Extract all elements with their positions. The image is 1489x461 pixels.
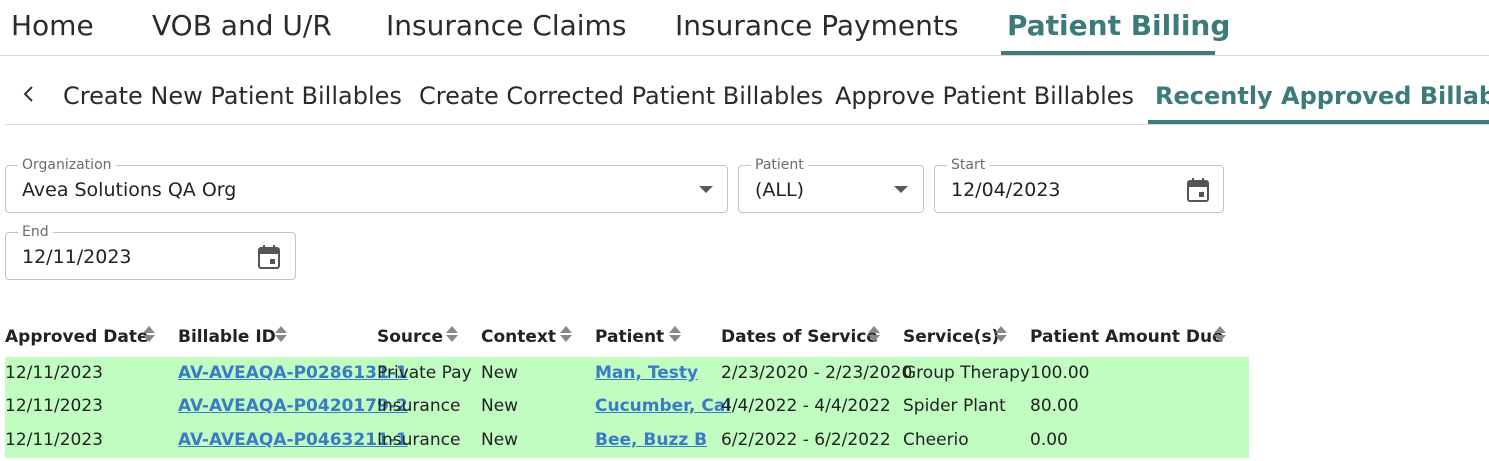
column-header-approved-date[interactable]: Approved Date xyxy=(5,326,149,348)
cell-context: New xyxy=(481,430,519,450)
subtab-approve-patient-billables[interactable]: Approve Patient Billables xyxy=(835,80,1134,112)
tab-vob-ur[interactable]: VOB and U/R xyxy=(152,8,332,44)
cell-billable-id-link[interactable]: AV-AVEAQA-P0420179-2 xyxy=(178,395,408,417)
cell-services: Group Therapy xyxy=(903,363,1031,383)
table-row: 12/11/2023 AV-AVEAQA-P0286131-1 Private … xyxy=(5,357,1249,390)
calendar-icon[interactable] xyxy=(257,244,281,270)
organization-select[interactable]: Organization Avea Solutions QA Org xyxy=(5,157,728,213)
active-subtab-indicator xyxy=(1148,120,1489,124)
cell-patient-link[interactable]: Man, Testy xyxy=(595,362,698,384)
end-label: End xyxy=(18,224,53,240)
cell-dates-of-service: 6/2/2022 - 6/2/2022 xyxy=(721,430,891,450)
patient-select[interactable]: Patient (ALL) xyxy=(738,157,924,213)
column-header-services[interactable]: Service(s) xyxy=(903,326,999,348)
tab-patient-billing[interactable]: Patient Billing xyxy=(1007,8,1230,44)
top-nav: Home VOB and U/R Insurance Claims Insura… xyxy=(0,0,1489,56)
sort-icon[interactable] xyxy=(668,325,682,343)
sort-icon[interactable] xyxy=(274,325,288,343)
column-header-source[interactable]: Source xyxy=(377,326,443,348)
cell-billable-id-link[interactable]: AV-AVEAQA-P0463211-1 xyxy=(178,429,408,451)
cell-dates-of-service: 4/4/2022 - 4/4/2022 xyxy=(721,396,891,416)
cell-approved-date: 12/11/2023 xyxy=(5,363,103,383)
end-date-field[interactable]: End 12/11/2023 xyxy=(5,224,296,280)
start-value: 12/04/2023 xyxy=(951,179,1061,201)
cell-patient-amount-due: 100.00 xyxy=(1030,363,1090,383)
organization-label: Organization xyxy=(18,157,116,173)
start-date-field[interactable]: Start 12/04/2023 xyxy=(934,157,1224,213)
column-header-context[interactable]: Context xyxy=(481,326,556,348)
cell-patient-link[interactable]: Cucumber, Cal xyxy=(595,395,731,417)
cell-approved-date: 12/11/2023 xyxy=(5,430,103,450)
cell-source: Insurance xyxy=(377,396,461,416)
cell-services: Spider Plant xyxy=(903,396,1006,416)
cell-patient-amount-due: 80.00 xyxy=(1030,396,1079,416)
cell-services: Cheerio xyxy=(903,430,969,450)
cell-context: New xyxy=(481,363,519,383)
subtab-create-new-patient-billables[interactable]: Create New Patient Billables xyxy=(63,80,402,112)
cell-context: New xyxy=(481,396,519,416)
tab-home[interactable]: Home xyxy=(11,8,94,44)
tab-insurance-claims[interactable]: Insurance Claims xyxy=(386,8,626,44)
column-header-patient-amount-due[interactable]: Patient Amount Due xyxy=(1030,326,1224,348)
sub-nav: Create New Patient Billables Create Corr… xyxy=(5,56,1489,125)
cell-patient-amount-due: 0.00 xyxy=(1030,430,1068,450)
dropdown-caret-icon xyxy=(894,186,908,193)
cell-dates-of-service: 2/23/2020 - 2/23/2020 xyxy=(721,363,913,383)
chevron-left-icon[interactable] xyxy=(21,84,37,104)
sort-icon[interactable] xyxy=(994,325,1008,343)
organization-value: Avea Solutions QA Org xyxy=(22,179,237,201)
calendar-icon[interactable] xyxy=(1186,177,1210,203)
cell-source: Private Pay xyxy=(377,363,472,383)
table-header: Approved Date Billable ID Source Context… xyxy=(5,322,1249,352)
cell-approved-date: 12/11/2023 xyxy=(5,396,103,416)
dropdown-caret-icon xyxy=(699,186,713,193)
end-value: 12/11/2023 xyxy=(22,246,132,268)
tab-insurance-payments[interactable]: Insurance Payments xyxy=(675,8,958,44)
cell-patient-link[interactable]: Bee, Buzz B xyxy=(595,429,707,451)
table-row: 12/11/2023 AV-AVEAQA-P0463211-1 Insuranc… xyxy=(5,424,1249,457)
sort-icon[interactable] xyxy=(559,325,573,343)
column-header-billable-id[interactable]: Billable ID xyxy=(178,326,276,348)
patient-label: Patient xyxy=(751,157,808,173)
sort-icon[interactable] xyxy=(1213,325,1227,343)
sort-icon[interactable] xyxy=(142,325,156,343)
sort-icon[interactable] xyxy=(867,325,881,343)
subtab-create-corrected-patient-billables[interactable]: Create Corrected Patient Billables xyxy=(419,80,823,112)
sort-icon[interactable] xyxy=(445,325,459,343)
cell-source: Insurance xyxy=(377,430,461,450)
cell-billable-id-link[interactable]: AV-AVEAQA-P0286131-1 xyxy=(178,362,408,384)
start-label: Start xyxy=(947,157,990,173)
column-header-patient[interactable]: Patient xyxy=(595,326,664,348)
column-header-dates-of-service[interactable]: Dates of Service xyxy=(721,326,878,348)
table-row: 12/11/2023 AV-AVEAQA-P0420179-2 Insuranc… xyxy=(5,390,1249,423)
table-body: 12/11/2023 AV-AVEAQA-P0286131-1 Private … xyxy=(5,357,1249,458)
subtab-recently-approved-billables[interactable]: Recently Approved Billables xyxy=(1155,80,1489,112)
active-tab-indicator xyxy=(1001,51,1215,55)
patient-value: (ALL) xyxy=(755,179,804,201)
